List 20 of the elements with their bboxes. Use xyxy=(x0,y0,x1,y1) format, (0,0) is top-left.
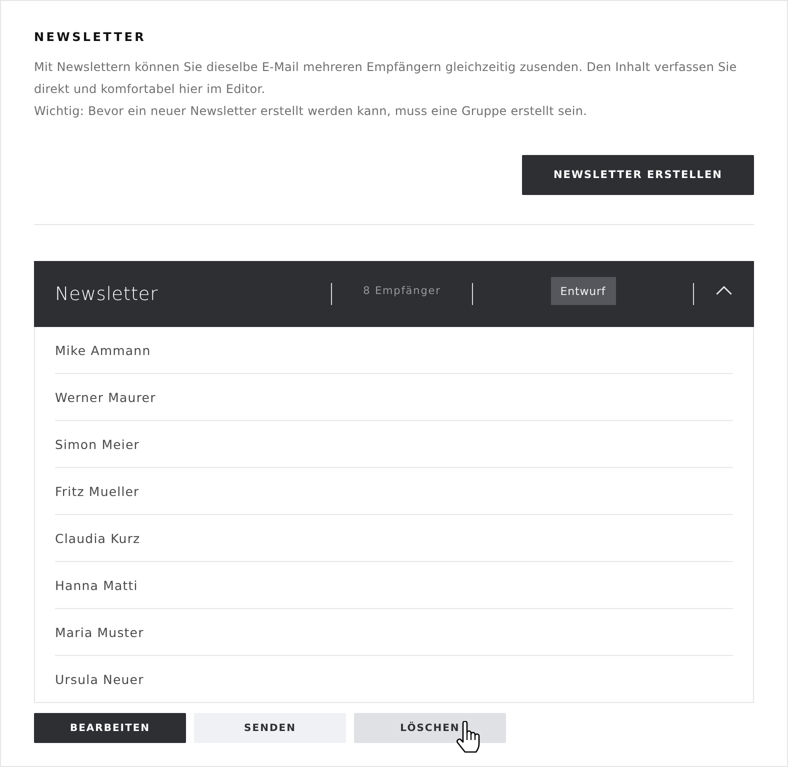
action-button[interactable]: SENDEN xyxy=(194,713,346,743)
recipient-name: Fritz Mueller xyxy=(55,484,140,498)
recipient-count: 8 Empfänger xyxy=(363,285,441,297)
status-badge: Entwurf xyxy=(550,277,616,305)
panel-title: Newsletter xyxy=(54,284,160,304)
chevron-up-icon[interactable] xyxy=(716,286,732,294)
hand-cursor-icon xyxy=(456,721,480,753)
description-text: Mit Newslettern können Sie dieselbe E-Mail mehreren Empfängern gleichzeitig zusenden. Den Inhalt verfassen Sie direkt und komfortabel hier im Editor. xyxy=(34,59,738,98)
recipient-name: Mike Ammann xyxy=(55,342,151,358)
recipient-name: Claudia Kurz xyxy=(55,530,140,546)
action-button[interactable]: LÖSCHEN xyxy=(354,713,506,743)
recipient-name: Werner Maurer xyxy=(55,390,156,404)
recipient-name: Hanna Matti xyxy=(55,578,138,592)
create-newsletter-button[interactable]: NEWSLETTER ERSTELLEN xyxy=(522,155,754,195)
action-button[interactable]: BEARBEITEN xyxy=(34,713,186,743)
recipient-name: Simon Meier xyxy=(55,436,140,452)
recipient-name: Ursula Neuer xyxy=(55,672,144,686)
section-heading: NEWSLETTER xyxy=(34,29,148,45)
description-text: Wichtig: Bevor ein neuer Newsletter erstellt werden kann, muss eine Gruppe erstellt sein. xyxy=(34,103,588,120)
recipient-name: Maria Muster xyxy=(55,624,144,640)
